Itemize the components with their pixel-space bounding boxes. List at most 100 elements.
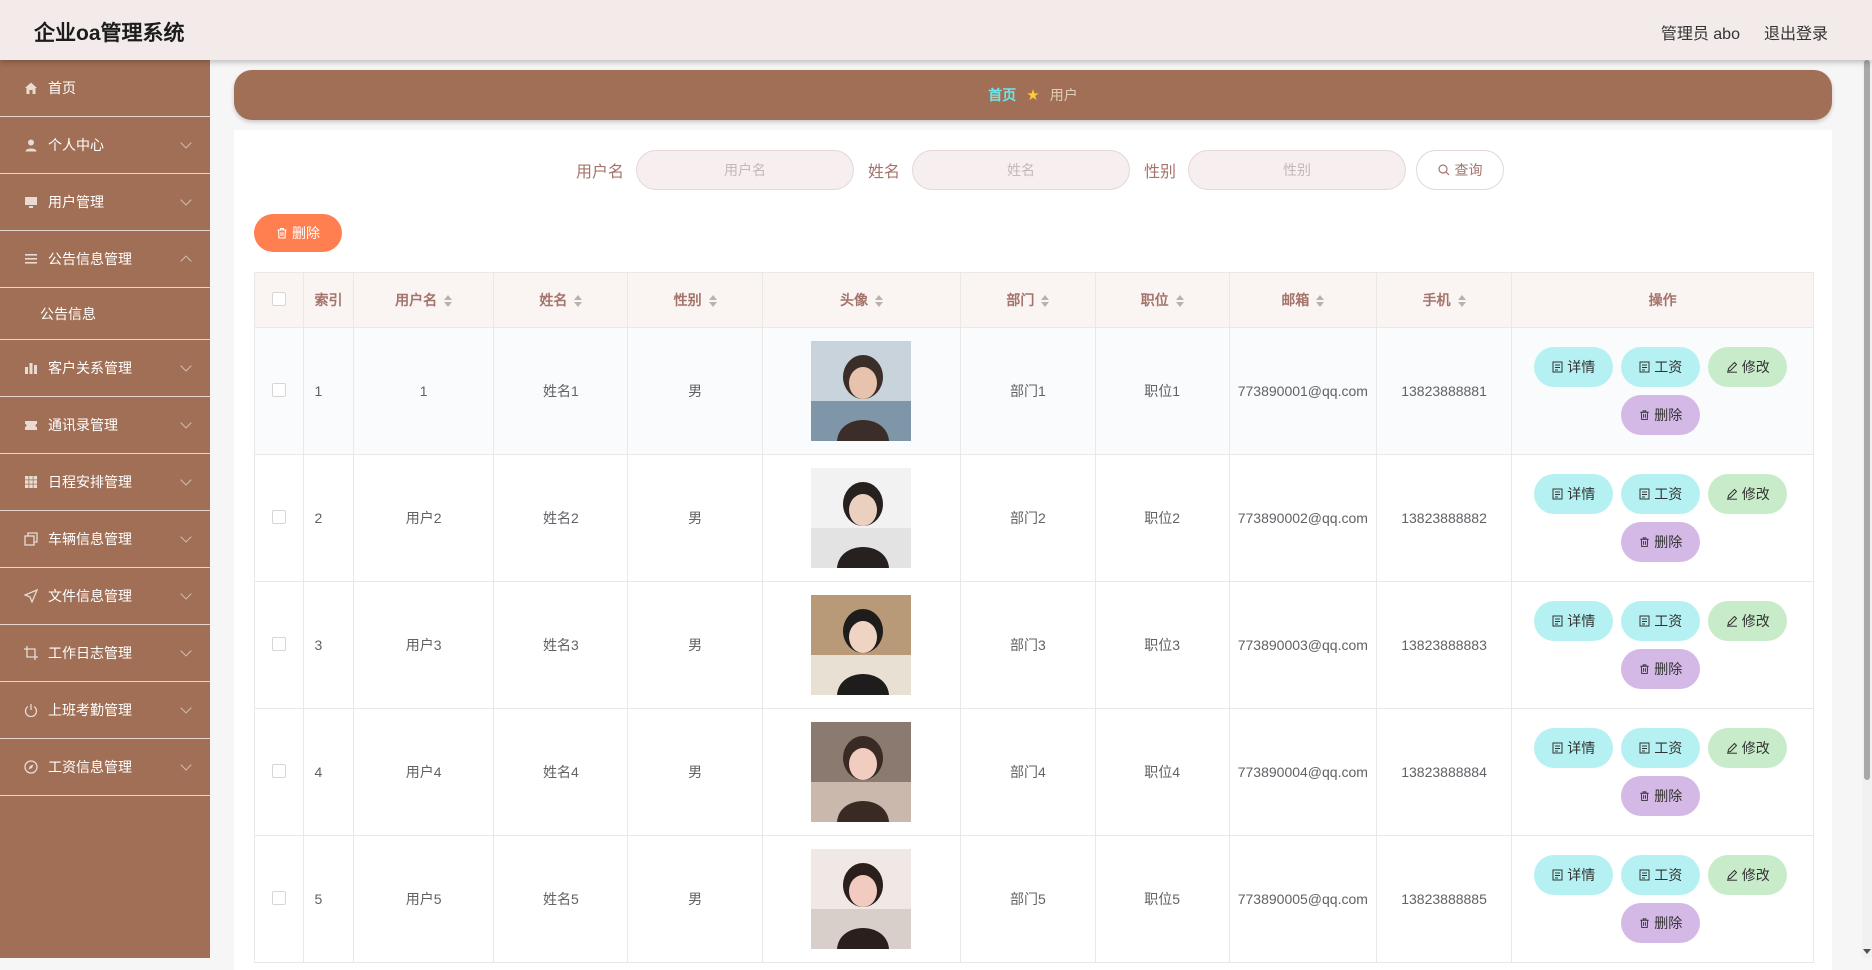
sidebar-item-salary[interactable]: 工资信息管理 (0, 739, 210, 796)
sort-icon[interactable] (1457, 295, 1466, 308)
name-input[interactable] (912, 150, 1130, 190)
top-header: 企业oa管理系统 管理员 abo 退出登录 (0, 0, 1872, 60)
detail-button[interactable]: 详情 (1534, 347, 1614, 387)
salary-button[interactable]: 工资 (1621, 855, 1701, 895)
column-header-gender[interactable]: 性别 (627, 272, 763, 328)
sidebar-item-label: 工作日志管理 (48, 645, 132, 661)
column-header-phone[interactable]: 手机 (1375, 272, 1513, 328)
row-checkbox[interactable] (272, 636, 287, 651)
gender-input[interactable] (1188, 150, 1407, 190)
logout-link[interactable]: 退出登录 (1764, 20, 1828, 44)
detail-button[interactable]: 详情 (1534, 474, 1614, 514)
sort-icon[interactable] (874, 295, 883, 308)
column-header-email[interactable]: 邮箱 (1228, 272, 1377, 328)
salary-button[interactable]: 工资 (1621, 474, 1701, 514)
document-icon (1552, 488, 1563, 500)
detail-button[interactable]: 详情 (1534, 855, 1614, 895)
row-checkbox[interactable] (272, 382, 287, 397)
cell-name: 姓名5 (493, 835, 629, 963)
admin-user-label[interactable]: 管理员 abo (1661, 20, 1740, 44)
edit-button-label: 修改 (1741, 486, 1770, 502)
delete-button[interactable]: 删除 (1621, 903, 1701, 943)
sidebar-item-contacts[interactable]: 通讯录管理 (0, 397, 210, 454)
cell-name: 姓名2 (493, 454, 629, 582)
avatar-image[interactable] (811, 341, 912, 441)
document-icon (1552, 742, 1563, 754)
delete-button[interactable]: 删除 (1621, 776, 1701, 816)
edit-button[interactable]: 修改 (1708, 347, 1788, 387)
cell-actions: 详情 工资 修改 删除 (1511, 835, 1814, 963)
detail-button-label: 详情 (1567, 613, 1596, 629)
column-header-username[interactable]: 用户名 (353, 272, 495, 328)
column-header-position[interactable]: 职位 (1094, 272, 1230, 328)
sidebar-item-attendance[interactable]: 上班考勤管理 (0, 682, 210, 739)
sort-icon[interactable] (1316, 295, 1325, 308)
pencil-icon (1726, 869, 1737, 881)
avatar-image[interactable] (811, 595, 912, 695)
username-input[interactable] (635, 150, 854, 190)
avatar-image[interactable] (811, 722, 912, 822)
sidebar-item-vehicles[interactable]: 车辆信息管理 (0, 511, 210, 568)
cell-gender: 男 (627, 581, 763, 709)
select-all-checkbox[interactable] (272, 291, 287, 306)
salary-button[interactable]: 工资 (1621, 601, 1701, 641)
row-actions: 详情 工资 修改 删除 (1534, 855, 1794, 943)
column-header-avatar[interactable]: 头像 (761, 272, 962, 328)
compass-icon (24, 760, 38, 774)
sidebar-item-worklog[interactable]: 工作日志管理 (0, 625, 210, 682)
scrollbar-thumb[interactable] (1864, 60, 1870, 780)
batch-delete-button[interactable]: 删除 (254, 214, 342, 252)
sidebar-item-home[interactable]: 首页 (0, 60, 210, 117)
cell-email: 773890004@qq.com (1228, 708, 1377, 836)
content-panel: 用户名 姓名 性别 查询 删除 索引 用户名 (234, 130, 1832, 970)
page-scrollbar[interactable] (1862, 60, 1872, 958)
scroll-down-arrow-icon[interactable] (1863, 949, 1871, 954)
sort-icon[interactable] (708, 295, 717, 308)
sort-icon[interactable] (1041, 295, 1050, 308)
sidebar-subitem-notice-info[interactable]: 公告信息 (0, 288, 210, 340)
document-icon (1639, 742, 1650, 754)
detail-button[interactable]: 详情 (1534, 601, 1614, 641)
cell-gender: 男 (627, 454, 763, 582)
salary-button[interactable]: 工资 (1621, 347, 1701, 387)
pencil-icon (1726, 488, 1737, 500)
salary-button[interactable]: 工资 (1621, 728, 1701, 768)
pencil-icon (1726, 615, 1737, 627)
sidebar-item-users[interactable]: 用户管理 (0, 174, 210, 231)
delete-button[interactable]: 删除 (1621, 522, 1701, 562)
sidebar-item-notice[interactable]: 公告信息管理 (0, 231, 210, 288)
row-checkbox[interactable] (272, 509, 287, 524)
cell-phone: 13823888881 (1375, 327, 1513, 455)
cell-dept: 部门4 (960, 708, 1096, 836)
detail-button-label: 详情 (1567, 486, 1596, 502)
row-checkbox[interactable] (272, 763, 287, 778)
delete-button[interactable]: 删除 (1621, 395, 1701, 435)
send-icon (24, 589, 38, 603)
sort-icon[interactable] (444, 295, 453, 308)
row-checkbox[interactable] (272, 890, 287, 905)
column-header-name[interactable]: 姓名 (493, 272, 629, 328)
row-actions: 详情 工资 修改 删除 (1534, 728, 1794, 816)
delete-button[interactable]: 删除 (1621, 649, 1701, 689)
cell-gender: 男 (627, 327, 763, 455)
detail-button[interactable]: 详情 (1534, 728, 1614, 768)
sidebar-item-schedule[interactable]: 日程安排管理 (0, 454, 210, 511)
sidebar-item-customer[interactable]: 客户关系管理 (0, 340, 210, 397)
edit-button[interactable]: 修改 (1708, 474, 1788, 514)
breadcrumb-home[interactable]: 首页 (988, 85, 1016, 105)
query-button[interactable]: 查询 (1416, 150, 1505, 190)
sidebar-item-profile[interactable]: 个人中心 (0, 117, 210, 174)
avatar-image[interactable] (811, 849, 912, 949)
column-header-dept[interactable]: 部门 (960, 272, 1096, 328)
edit-button[interactable]: 修改 (1708, 601, 1788, 641)
sort-icon[interactable] (1175, 295, 1184, 308)
edit-button[interactable]: 修改 (1708, 728, 1788, 768)
sidebar-item-files[interactable]: 文件信息管理 (0, 568, 210, 625)
edit-button[interactable]: 修改 (1708, 855, 1788, 895)
table-row: 1 1 姓名1 男 部门1 职位1 773890001@qq.com 13823… (253, 327, 1814, 455)
search-form: 用户名 姓名 性别 查询 (234, 150, 1832, 190)
chevron-down-icon (180, 360, 192, 372)
detail-button-label: 详情 (1567, 867, 1596, 883)
sort-icon[interactable] (574, 295, 583, 308)
avatar-image[interactable] (811, 468, 912, 568)
